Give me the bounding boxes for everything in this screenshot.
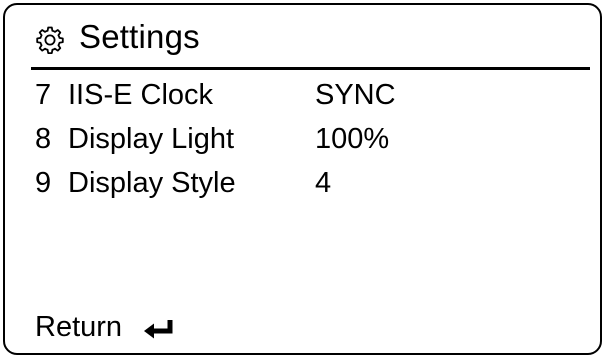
setting-label: Display Light	[68, 123, 235, 155]
settings-screen: Settings 7 IIS-E Clock SYNC 8 Display Li…	[3, 3, 602, 355]
header-divider	[31, 67, 590, 70]
setting-number: 9	[35, 167, 52, 199]
page-title: Settings	[79, 18, 200, 55]
setting-number: 7	[35, 79, 52, 111]
setting-row-display-light[interactable]: 8 Display Light 100%	[5, 117, 600, 161]
return-label: Return	[35, 311, 123, 343]
setting-row-iis-e-clock[interactable]: 7 IIS-E Clock SYNC	[5, 73, 600, 117]
return-button[interactable]: Return	[35, 305, 178, 349]
return-arrow-icon	[144, 320, 173, 339]
gear-icon	[36, 26, 64, 54]
setting-label: Display Style	[68, 167, 236, 199]
setting-value: 4	[315, 167, 332, 199]
setting-label: IIS-E Clock	[68, 79, 214, 111]
setting-value: 100%	[315, 123, 390, 155]
setting-value: SYNC	[315, 79, 396, 111]
header: Settings	[5, 5, 600, 70]
setting-row-display-style[interactable]: 9 Display Style 4	[5, 161, 600, 205]
setting-number: 8	[35, 123, 52, 155]
